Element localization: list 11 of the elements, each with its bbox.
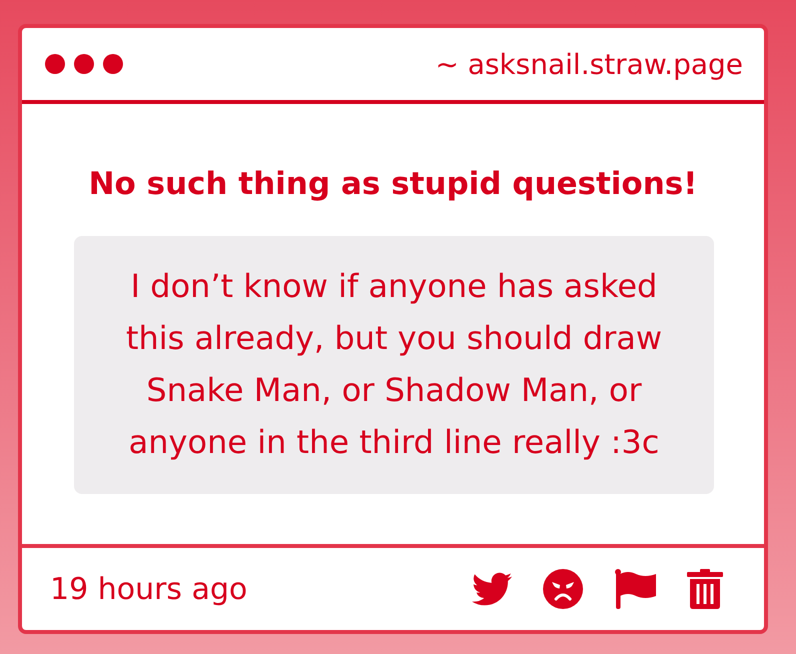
window-dot-icon xyxy=(74,54,94,74)
timestamp: 19 hours ago xyxy=(50,572,248,606)
trash-icon[interactable] xyxy=(687,569,723,609)
angry-face-icon[interactable] xyxy=(543,569,583,609)
window-dot-icon xyxy=(103,54,123,74)
page-title: No such thing as stupid questions! xyxy=(88,165,698,204)
page-url: ~ asksnail.straw.page xyxy=(435,48,743,80)
question-text: I don’t know if anyone has asked this already, but you should draw Snake Man, or Shadow Man, or anyone in the third line really :3c xyxy=(124,266,664,463)
flag-icon[interactable] xyxy=(614,569,656,609)
window-dot-icon xyxy=(45,54,65,74)
bird-icon[interactable] xyxy=(472,572,512,606)
